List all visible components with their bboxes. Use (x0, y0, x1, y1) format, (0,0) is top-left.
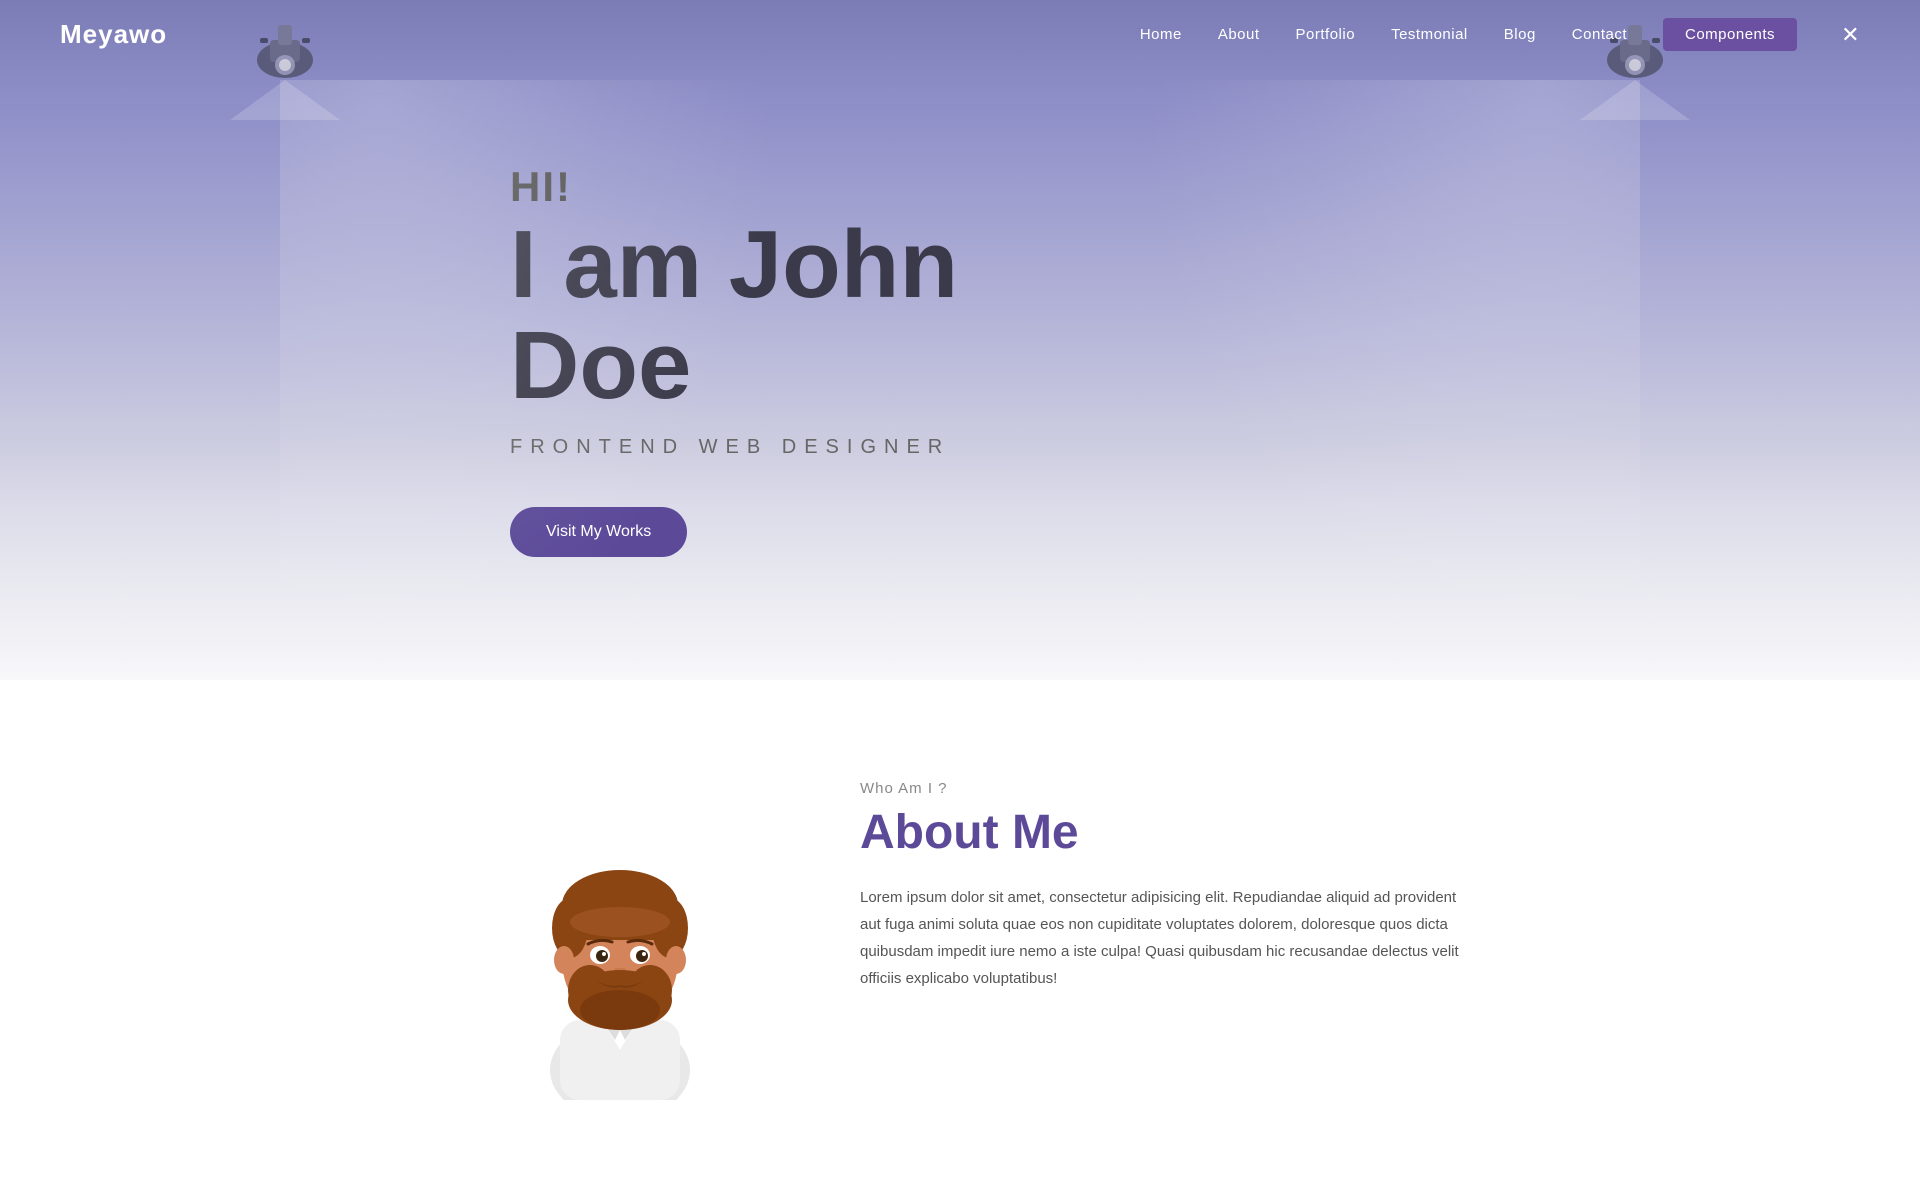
about-who-label: Who Am I ? (860, 780, 1460, 797)
about-title: About Me (860, 805, 1460, 860)
hero-subtitle: FRONTEND WEB DESIGNER (510, 436, 1920, 459)
site-logo: Meyawo (60, 19, 167, 50)
site-header: Meyawo Home About Portfolio Testmonial B… (0, 0, 1920, 69)
hero-section: HI! I am John Doe FRONTEND WEB DESIGNER … (0, 0, 1920, 680)
hero-greeting: HI! (510, 163, 1920, 211)
about-content: Who Am I ? About Me Lorem ipsum dolor si… (860, 760, 1460, 992)
visit-works-button[interactable]: Visit My Works (510, 507, 687, 557)
about-body: Lorem ipsum dolor sit amet, consectetur … (860, 884, 1460, 992)
about-section: Who Am I ? About Me Lorem ipsum dolor si… (0, 680, 1920, 1178)
nav-contact[interactable]: Contact (1572, 26, 1627, 43)
nav-close-button[interactable]: ✕ (1841, 22, 1860, 48)
nav-portfolio[interactable]: Portfolio (1296, 26, 1356, 43)
nav-components[interactable]: Components (1663, 18, 1797, 51)
nav-blog[interactable]: Blog (1504, 26, 1536, 43)
hero-name: I am John Doe (510, 215, 1920, 417)
about-illustration (460, 780, 780, 1100)
nav-about[interactable]: About (1218, 26, 1260, 43)
nav-testmonial[interactable]: Testmonial (1391, 26, 1468, 43)
main-nav: Home About Portfolio Testmonial Blog Con… (1140, 18, 1860, 51)
nav-home[interactable]: Home (1140, 26, 1182, 43)
